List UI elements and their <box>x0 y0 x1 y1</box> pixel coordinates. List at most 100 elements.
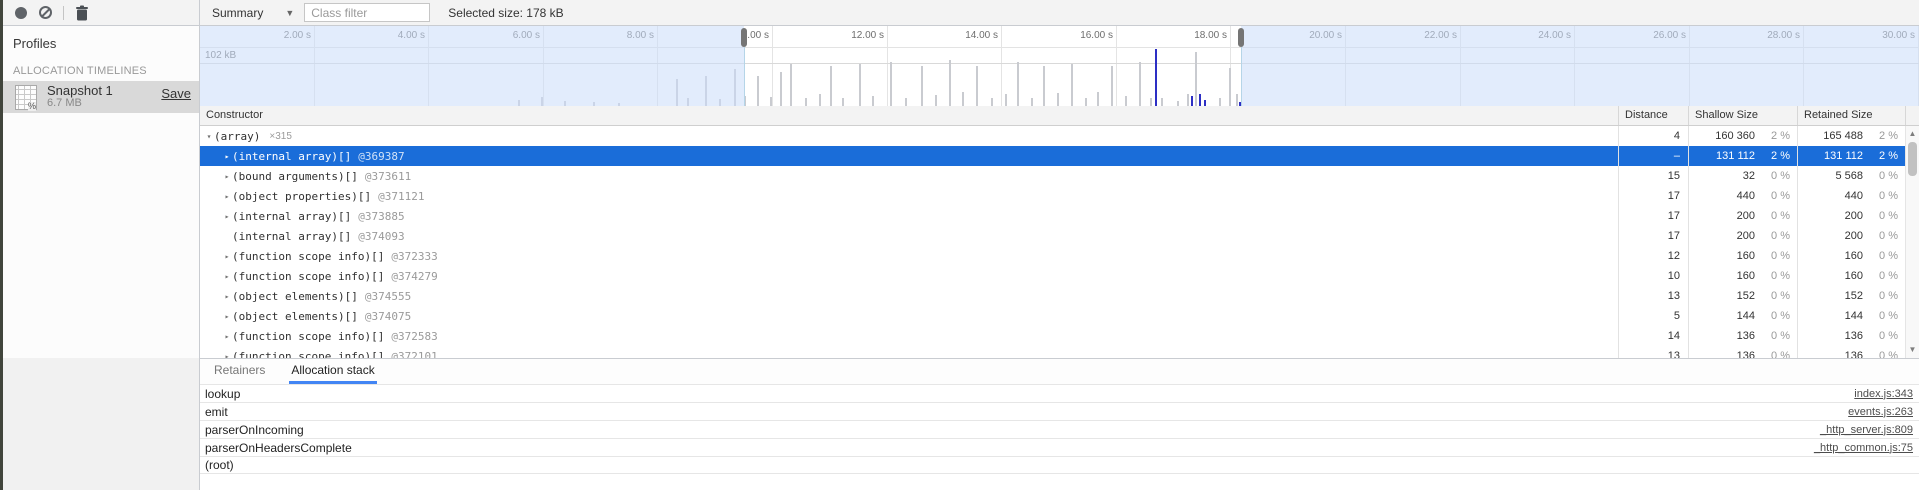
toolbar-left-section <box>3 0 200 25</box>
frame-source-link[interactable]: _http_common.js:75 <box>1814 442 1913 454</box>
shallow-size-percent: 0 % <box>1763 310 1797 322</box>
shallow-size-value: 200 <box>1688 210 1763 222</box>
scroll-up-icon[interactable]: ▲ <box>1906 128 1919 140</box>
table-row[interactable]: ▸(bound arguments)[]@37361115320 %5 5680… <box>200 166 1919 186</box>
shallow-size-value: 136 <box>1688 350 1763 358</box>
expand-icon[interactable]: ▸ <box>222 152 232 161</box>
column-header-shallow-size[interactable]: Shallow Size <box>1688 106 1797 125</box>
expand-icon[interactable]: ▸ <box>222 332 232 341</box>
expand-icon[interactable]: ▸ <box>222 252 232 261</box>
perspective-select[interactable]: Summary ▼ <box>200 0 304 25</box>
class-filter-input[interactable] <box>304 3 430 22</box>
shallow-size-value: 160 360 <box>1688 130 1763 142</box>
retained-size-value: 165 488 <box>1797 130 1871 142</box>
clear-button[interactable] <box>33 1 57 25</box>
stack-frame-row[interactable]: emitevents.js:263 <box>200 402 1919 420</box>
grid-header: Constructor Distance Shallow Size Retain… <box>200 106 1919 126</box>
distance-value: 4 <box>1618 130 1688 142</box>
tab-allocation-stack[interactable]: Allocation stack <box>289 359 376 384</box>
selection-handle-right[interactable] <box>1238 28 1244 47</box>
object-id: @374555 <box>365 290 411 303</box>
sidebar-item-snapshot[interactable]: % Snapshot 1 6.7 MB Save <box>3 81 199 113</box>
snapshot-meta: Snapshot 1 6.7 MB <box>47 84 113 110</box>
allocation-bar <box>757 76 759 106</box>
allocation-bar <box>949 60 951 106</box>
column-header-constructor[interactable]: Constructor <box>200 106 1618 125</box>
collapse-icon[interactable]: ▾ <box>204 132 214 141</box>
column-header-retained-size[interactable]: Retained Size <box>1797 106 1905 125</box>
table-row[interactable]: (internal array)[]@374093172000 %2000 % <box>200 226 1919 246</box>
object-id: @372333 <box>391 250 437 263</box>
allocation-bar <box>991 98 993 106</box>
grid-scrollbar[interactable]: ▲ ▼ <box>1905 126 1919 358</box>
stack-frame-row[interactable]: parserOnHeadersComplete_http_common.js:7… <box>200 438 1919 456</box>
table-row[interactable]: ▸(internal array)[]@369387–131 1122 %131… <box>200 146 1919 166</box>
tab-retainers[interactable]: Retainers <box>212 359 267 384</box>
timeline-gridline <box>1001 26 1002 106</box>
allocation-bar-selected <box>1155 49 1157 106</box>
table-row[interactable]: ▸(object elements)[]@374555131520 %1520 … <box>200 286 1919 306</box>
table-row[interactable]: ▸(object properties)[]@371121174400 %440… <box>200 186 1919 206</box>
allocation-bar <box>1187 94 1189 106</box>
retained-size-percent: 0 % <box>1871 190 1905 202</box>
distance-value: – <box>1618 150 1688 162</box>
shallow-size-percent: 0 % <box>1763 210 1797 222</box>
expand-icon[interactable]: ▸ <box>222 272 232 281</box>
unselected-region-right <box>1241 26 1919 106</box>
save-link[interactable]: Save <box>161 86 191 101</box>
allocation-bar <box>1236 94 1238 106</box>
expand-icon[interactable]: ▸ <box>222 292 232 301</box>
selected-size-label: Selected size: 178 kB <box>448 6 563 20</box>
allocation-bar <box>1219 98 1221 106</box>
bottom-tabbar: Retainers Allocation stack <box>200 359 1919 384</box>
allocation-bar <box>1195 52 1197 106</box>
retained-size-percent: 0 % <box>1871 270 1905 282</box>
table-row[interactable]: ▸(function scope info)[]@372101131360 %1… <box>200 346 1919 358</box>
column-header-distance[interactable]: Distance <box>1618 106 1688 125</box>
toolbar-separator <box>63 6 64 20</box>
allocation-bar <box>1111 66 1113 106</box>
record-button[interactable] <box>9 1 33 25</box>
retained-size-value: 136 <box>1797 350 1871 358</box>
scrollbar-thumb[interactable] <box>1908 142 1917 176</box>
allocation-bar <box>770 97 772 106</box>
chevron-down-icon: ▼ <box>285 8 294 18</box>
allocation-bar <box>921 66 923 106</box>
retained-size-percent: 0 % <box>1871 250 1905 262</box>
shallow-size-value: 144 <box>1688 310 1763 322</box>
allocation-bar <box>1097 92 1099 106</box>
object-id: @373885 <box>358 210 404 223</box>
table-row[interactable]: ▾(array)×3154160 3602 %165 4882 % <box>200 126 1919 146</box>
constructor-name: (object properties)[] <box>232 190 371 203</box>
table-row[interactable]: ▸(function scope info)[]@372583141360 %1… <box>200 326 1919 346</box>
selection-handle-left[interactable] <box>741 28 747 47</box>
retained-size-value: 200 <box>1797 210 1871 222</box>
allocation-timeline-overview[interactable]: 2.00 s4.00 s6.00 s8.00 s0.00 s12.00 s14.… <box>200 26 1919 106</box>
expand-icon[interactable]: ▸ <box>222 192 232 201</box>
table-row[interactable]: ▸(object elements)[]@37407551440 %1440 % <box>200 306 1919 326</box>
timeline-tick-label: 14.00 s <box>965 30 1001 41</box>
allocation-bar <box>830 66 832 106</box>
stack-frame-row[interactable]: parserOnIncoming_http_server.js:809 <box>200 420 1919 438</box>
expand-icon[interactable]: ▸ <box>222 312 232 321</box>
stack-frame-row[interactable]: lookupindex.js:343 <box>200 384 1919 402</box>
delete-profile-button[interactable] <box>70 1 94 25</box>
table-row[interactable]: ▸(function scope info)[]@372333121600 %1… <box>200 246 1919 266</box>
shallow-size-value: 200 <box>1688 230 1763 242</box>
expand-icon[interactable]: ▸ <box>222 212 232 221</box>
stack-frame-row[interactable]: (root) <box>200 456 1919 474</box>
frame-source-link[interactable]: index.js:343 <box>1854 388 1913 400</box>
retained-size-percent: 2 % <box>1871 150 1905 162</box>
distance-value: 17 <box>1618 210 1688 222</box>
frame-source-link[interactable]: _http_server.js:809 <box>1820 424 1913 436</box>
frame-source-link[interactable]: events.js:263 <box>1848 406 1913 418</box>
table-row[interactable]: ▸(internal array)[]@373885172000 %2000 % <box>200 206 1919 226</box>
scroll-down-icon[interactable]: ▼ <box>1906 344 1919 356</box>
instance-count: ×315 <box>269 131 292 142</box>
shallow-size-value: 160 <box>1688 270 1763 282</box>
allocation-bar <box>842 98 844 106</box>
timeline-gridline <box>887 26 888 106</box>
devtools-memory-panel: Summary ▼ Selected size: 178 kB Profiles… <box>0 0 1919 490</box>
expand-icon[interactable]: ▸ <box>222 172 232 181</box>
table-row[interactable]: ▸(function scope info)[]@374279101600 %1… <box>200 266 1919 286</box>
